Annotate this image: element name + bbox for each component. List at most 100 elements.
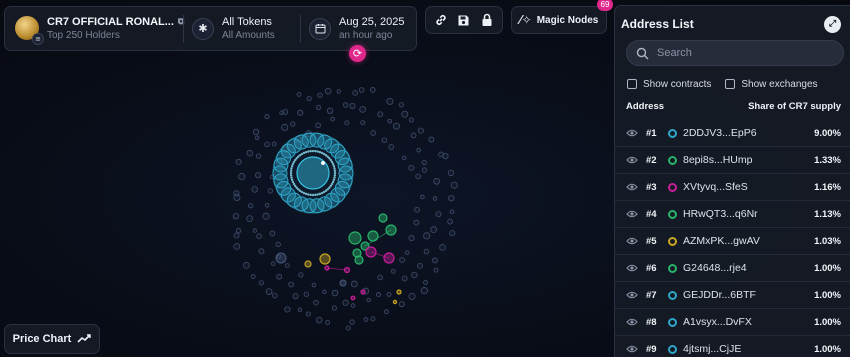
holder-node[interactable]	[386, 97, 394, 105]
holder-node[interactable]	[328, 157, 331, 160]
holder-node[interactable]	[414, 206, 420, 213]
holder-node[interactable]	[408, 117, 414, 123]
holder-node[interactable]	[309, 149, 312, 153]
holder-node[interactable]	[333, 171, 337, 175]
holder-node[interactable]	[345, 325, 351, 331]
holder-node[interactable]	[238, 173, 246, 181]
highlight-node[interactable]	[320, 160, 326, 166]
holder-node[interactable]	[324, 87, 332, 95]
holder-node[interactable]	[421, 167, 428, 173]
holder-node[interactable]	[416, 147, 421, 153]
holder-node[interactable]	[298, 272, 304, 278]
holder-node[interactable]	[307, 193, 310, 196]
holder-node[interactable]	[322, 190, 326, 194]
holder-node[interactable]	[447, 218, 453, 225]
holder-node[interactable]	[408, 292, 416, 300]
holder-node[interactable]	[309, 193, 312, 197]
holder-node[interactable]	[311, 282, 317, 288]
eye-icon[interactable]	[626, 290, 638, 300]
holder-node[interactable]	[358, 87, 365, 93]
holder-node[interactable]	[262, 212, 270, 220]
holder-node[interactable]	[316, 104, 322, 111]
holder-node[interactable]	[435, 211, 442, 218]
holder-node[interactable]	[330, 160, 334, 164]
holder-node[interactable]	[350, 295, 356, 301]
table-row[interactable]: #4 HRwQT3...q6Nr 1.13%	[615, 201, 850, 228]
holder-node[interactable]	[248, 203, 254, 209]
holder-node[interactable]	[233, 190, 240, 197]
holder-node[interactable]	[290, 176, 293, 179]
holder-node[interactable]	[311, 149, 315, 153]
holder-node[interactable]	[289, 171, 293, 175]
token-info[interactable]: CR7 OFFICIAL RONAL... ⧉ Top 250 Holders	[47, 16, 184, 41]
holder-node[interactable]	[433, 177, 441, 185]
holder-node[interactable]	[324, 153, 328, 157]
holder-node[interactable]	[322, 152, 326, 156]
eye-icon[interactable]	[626, 317, 638, 327]
holder-node[interactable]	[352, 90, 358, 96]
holder-node[interactable]	[300, 190, 304, 194]
holder-node[interactable]	[271, 141, 277, 147]
address-text[interactable]: G24648...rje4	[683, 262, 814, 274]
holder-node[interactable]	[329, 158, 333, 162]
holder-node[interactable]	[423, 232, 431, 240]
holder-node[interactable]	[289, 169, 293, 172]
holder-node[interactable]	[304, 192, 308, 196]
holder-node[interactable]	[267, 188, 273, 194]
holder-node[interactable]	[415, 173, 421, 180]
holder-node[interactable]	[290, 164, 294, 168]
holder-node[interactable]	[336, 89, 341, 94]
holder-node[interactable]	[292, 182, 296, 186]
holder-node[interactable]	[331, 162, 335, 166]
token-filter-button[interactable]: ✱ All Tokens All Amounts	[184, 7, 300, 50]
holder-node[interactable]	[388, 144, 395, 150]
holder-node[interactable]	[298, 189, 302, 193]
holder-node[interactable]	[339, 279, 347, 287]
save-icon[interactable]	[455, 11, 473, 29]
holder-node[interactable]	[284, 306, 291, 313]
holder-node[interactable]	[292, 160, 296, 164]
holder-node[interactable]	[329, 184, 333, 188]
bubble-map[interactable]	[215, 78, 475, 338]
holder-node[interactable]	[363, 317, 369, 323]
holder-node[interactable]	[302, 191, 306, 195]
holder-node[interactable]	[330, 182, 334, 186]
holder-node[interactable]	[317, 92, 323, 98]
holder-node[interactable]	[276, 273, 283, 280]
table-row[interactable]: #8 A1vsyx...DvFX 1.00%	[615, 309, 850, 336]
address-text[interactable]: HRwQT3...q6Nr	[683, 208, 814, 220]
holder-node[interactable]	[316, 193, 319, 196]
holder-node[interactable]	[302, 151, 306, 155]
lock-icon[interactable]	[478, 11, 496, 29]
holder-node[interactable]	[337, 157, 353, 173]
holder-node[interactable]	[250, 274, 256, 279]
holder-node[interactable]	[331, 180, 335, 184]
holder-node[interactable]	[318, 192, 322, 196]
table-row[interactable]: #1 2DDJV3...EpP6 9.00%	[615, 120, 850, 147]
holder-node[interactable]	[378, 213, 388, 223]
price-chart-button[interactable]: Price Chart	[4, 324, 100, 354]
date-picker-button[interactable]: Aug 25, 2025 an hour ago	[301, 7, 412, 50]
holder-node[interactable]	[319, 253, 331, 265]
holder-node[interactable]	[330, 116, 336, 122]
holder-node[interactable]	[370, 130, 376, 136]
holder-node[interactable]	[348, 231, 362, 245]
holder-node[interactable]	[370, 316, 376, 322]
holder-node[interactable]	[297, 109, 304, 116]
holder-node[interactable]	[290, 167, 293, 170]
holder-node[interactable]	[318, 150, 322, 154]
holder-node[interactable]	[326, 155, 329, 158]
holder-node[interactable]	[423, 280, 428, 285]
holder-node[interactable]	[411, 271, 418, 279]
holder-node[interactable]	[449, 230, 456, 237]
address-text[interactable]: 8epi8s...HUmp	[683, 154, 814, 166]
holder-node[interactable]	[314, 149, 317, 153]
holder-node[interactable]	[271, 292, 278, 299]
table-row[interactable]: #2 8epi8s...HUmp 1.33%	[615, 147, 850, 174]
show-contracts-checkbox[interactable]: Show contracts	[627, 79, 711, 90]
holder-node[interactable]	[235, 158, 242, 165]
holder-node[interactable]	[432, 196, 438, 201]
eye-icon[interactable]	[626, 182, 638, 192]
holder-node[interactable]	[275, 241, 281, 248]
address-text[interactable]: XVtyvq...SfeS	[683, 181, 814, 193]
